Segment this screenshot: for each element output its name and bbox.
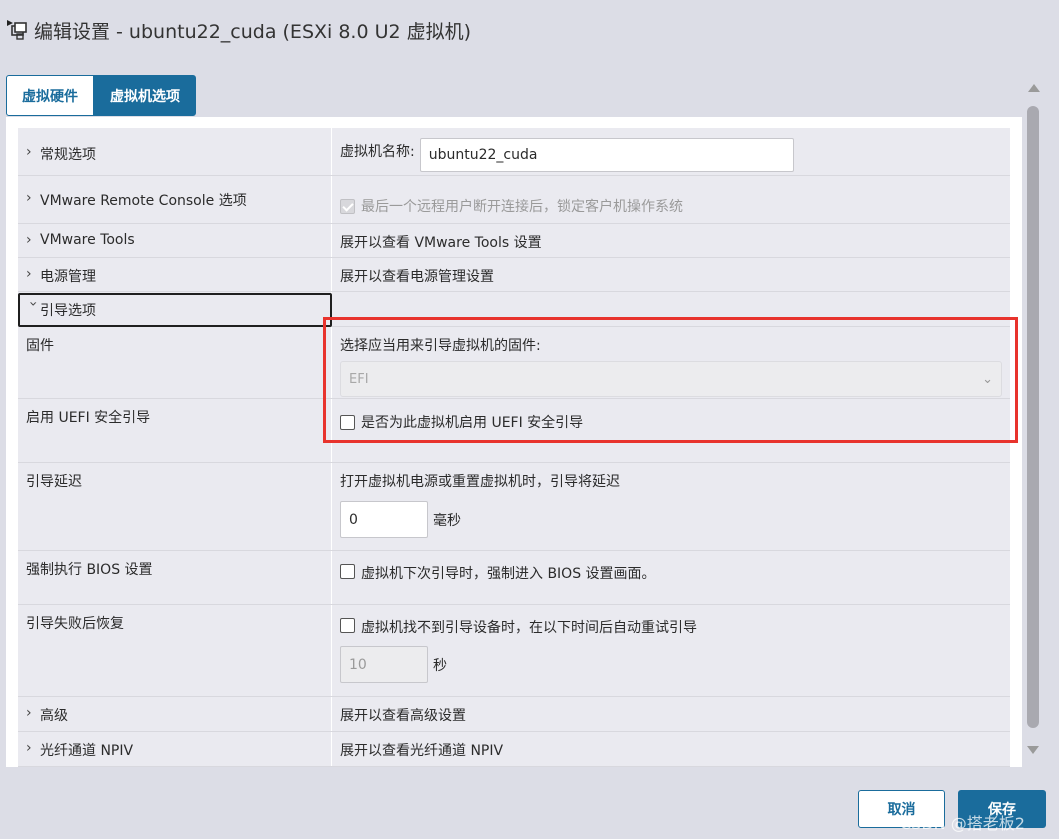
- chevron-right-icon: ›: [26, 144, 32, 160]
- advanced-header[interactable]: › 高级: [18, 697, 332, 731]
- scroll-up-icon[interactable]: [1027, 84, 1040, 92]
- vmrc-header[interactable]: › VMware Remote Console 选项: [18, 176, 332, 223]
- boot-recovery-text: 虚拟机找不到引导设备时，在以下时间后自动重试引导: [361, 620, 697, 636]
- boot-delay-input[interactable]: 0: [340, 501, 428, 538]
- secure-boot-label: 启用 UEFI 安全引导: [18, 399, 332, 462]
- vmtools-desc: 展开以查看 VMware Tools 设置: [340, 235, 542, 251]
- boot-recovery-value: 虚拟机找不到引导设备时，在以下时间后自动重试引导 10 秒: [332, 605, 1010, 696]
- red-highlight-annotation: [323, 317, 1018, 443]
- boot-recovery-label: 引导失败后恢复: [18, 605, 332, 696]
- chevron-right-icon: ›: [26, 266, 32, 282]
- boot-recovery-input: 10: [340, 646, 428, 683]
- power-desc: 展开以查看电源管理设置: [340, 269, 494, 285]
- row-vmrc: › VMware Remote Console 选项 最后一个远程用户断开连接后…: [18, 176, 1010, 224]
- advanced-label: 高级: [40, 708, 68, 724]
- row-general: › 常规选项 虚拟机名称: ubuntu22_cuda: [18, 128, 1010, 176]
- vmtools-label: VMware Tools: [40, 232, 135, 248]
- boot-delay-desc: 打开虚拟机电源或重置虚拟机时，引导将延迟: [340, 474, 620, 490]
- watermark: CSDN @搭老板2: [900, 814, 1025, 833]
- vmrc-label: VMware Remote Console 选项: [40, 193, 247, 209]
- chevron-right-icon: ›: [26, 705, 32, 721]
- boot-recovery-check-group: 虚拟机找不到引导设备时，在以下时间后自动重试引导: [340, 617, 697, 637]
- row-power: › 电源管理 展开以查看电源管理设置: [18, 258, 1010, 292]
- chevron-right-icon: ›: [26, 190, 32, 206]
- advanced-desc: 展开以查看高级设置: [340, 708, 466, 724]
- vertical-scrollbar[interactable]: [1024, 76, 1043, 762]
- boot-delay-input-group: 0 毫秒: [340, 501, 461, 538]
- chevron-right-icon: ›: [26, 232, 32, 248]
- force-bios-text: 虚拟机下次引导时，强制进入 BIOS 设置画面。: [361, 566, 656, 582]
- force-bios-value: 虚拟机下次引导时，强制进入 BIOS 设置画面。: [332, 551, 1010, 604]
- boot-delay-label: 引导延迟: [18, 463, 332, 550]
- boot-delay-value: 打开虚拟机电源或重置虚拟机时，引导将延迟 0 毫秒: [332, 463, 1010, 550]
- tab-vm-options[interactable]: 虚拟机选项: [94, 75, 196, 116]
- general-value: 虚拟机名称: ubuntu22_cuda: [332, 128, 1010, 175]
- vmrc-value: 最后一个远程用户断开连接后，锁定客户机操作系统: [332, 176, 1010, 223]
- vm-name-input[interactable]: ubuntu22_cuda: [419, 138, 794, 172]
- row-force-bios: 强制执行 BIOS 设置 虚拟机下次引导时，强制进入 BIOS 设置画面。: [18, 551, 1010, 605]
- lock-guest-checkbox: [340, 199, 355, 214]
- row-advanced: › 高级 展开以查看高级设置: [18, 697, 1010, 732]
- boot-recovery-input-group: 10 秒: [340, 646, 447, 683]
- title-bar: 编辑设置 - ubuntu22_cuda (ESXi 8.0 U2 虚拟机): [0, 0, 1059, 60]
- row-boot-delay: 引导延迟 打开虚拟机电源或重置虚拟机时，引导将延迟 0 毫秒: [18, 463, 1010, 551]
- npiv-label: 光纤通道 NPIV: [40, 743, 134, 759]
- settings-table: › 常规选项 虚拟机名称: ubuntu22_cuda › VMware Rem…: [18, 128, 1010, 767]
- boot-delay-unit: 毫秒: [433, 512, 461, 529]
- boot-options-focus-ring: [18, 293, 332, 327]
- vm-name-label: 虚拟机名称:: [340, 144, 415, 160]
- chevron-right-icon: ›: [26, 740, 32, 756]
- tab-bar: 虚拟硬件 虚拟机选项: [6, 75, 196, 116]
- row-vmtools: › VMware Tools 展开以查看 VMware Tools 设置: [18, 224, 1010, 258]
- vmtools-header[interactable]: › VMware Tools: [18, 224, 332, 257]
- scroll-thumb[interactable]: [1027, 106, 1039, 728]
- row-npiv: › 光纤通道 NPIV 展开以查看光纤通道 NPIV: [18, 732, 1010, 767]
- general-label: 常规选项: [40, 147, 96, 163]
- power-label: 电源管理: [40, 269, 96, 285]
- dialog-title: 编辑设置 - ubuntu22_cuda (ESXi 8.0 U2 虚拟机): [34, 20, 472, 43]
- force-bios-label: 强制执行 BIOS 设置: [18, 551, 332, 604]
- power-header[interactable]: › 电源管理: [18, 258, 332, 291]
- firmware-label: 固件: [18, 327, 332, 398]
- boot-recovery-unit: 秒: [433, 657, 447, 674]
- npiv-desc: 展开以查看光纤通道 NPIV: [340, 743, 504, 759]
- force-bios-checkbox[interactable]: [340, 564, 355, 579]
- lock-guest-text: 最后一个远程用户断开连接后，锁定客户机操作系统: [361, 198, 683, 215]
- npiv-header[interactable]: › 光纤通道 NPIV: [18, 732, 332, 766]
- tab-virtual-hardware[interactable]: 虚拟硬件: [6, 75, 94, 116]
- vm-icon: [7, 20, 27, 40]
- general-header[interactable]: › 常规选项: [18, 128, 332, 175]
- row-boot-recovery: 引导失败后恢复 虚拟机找不到引导设备时，在以下时间后自动重试引导 10 秒: [18, 605, 1010, 697]
- boot-recovery-checkbox[interactable]: [340, 618, 355, 633]
- scroll-down-icon[interactable]: [1027, 746, 1039, 754]
